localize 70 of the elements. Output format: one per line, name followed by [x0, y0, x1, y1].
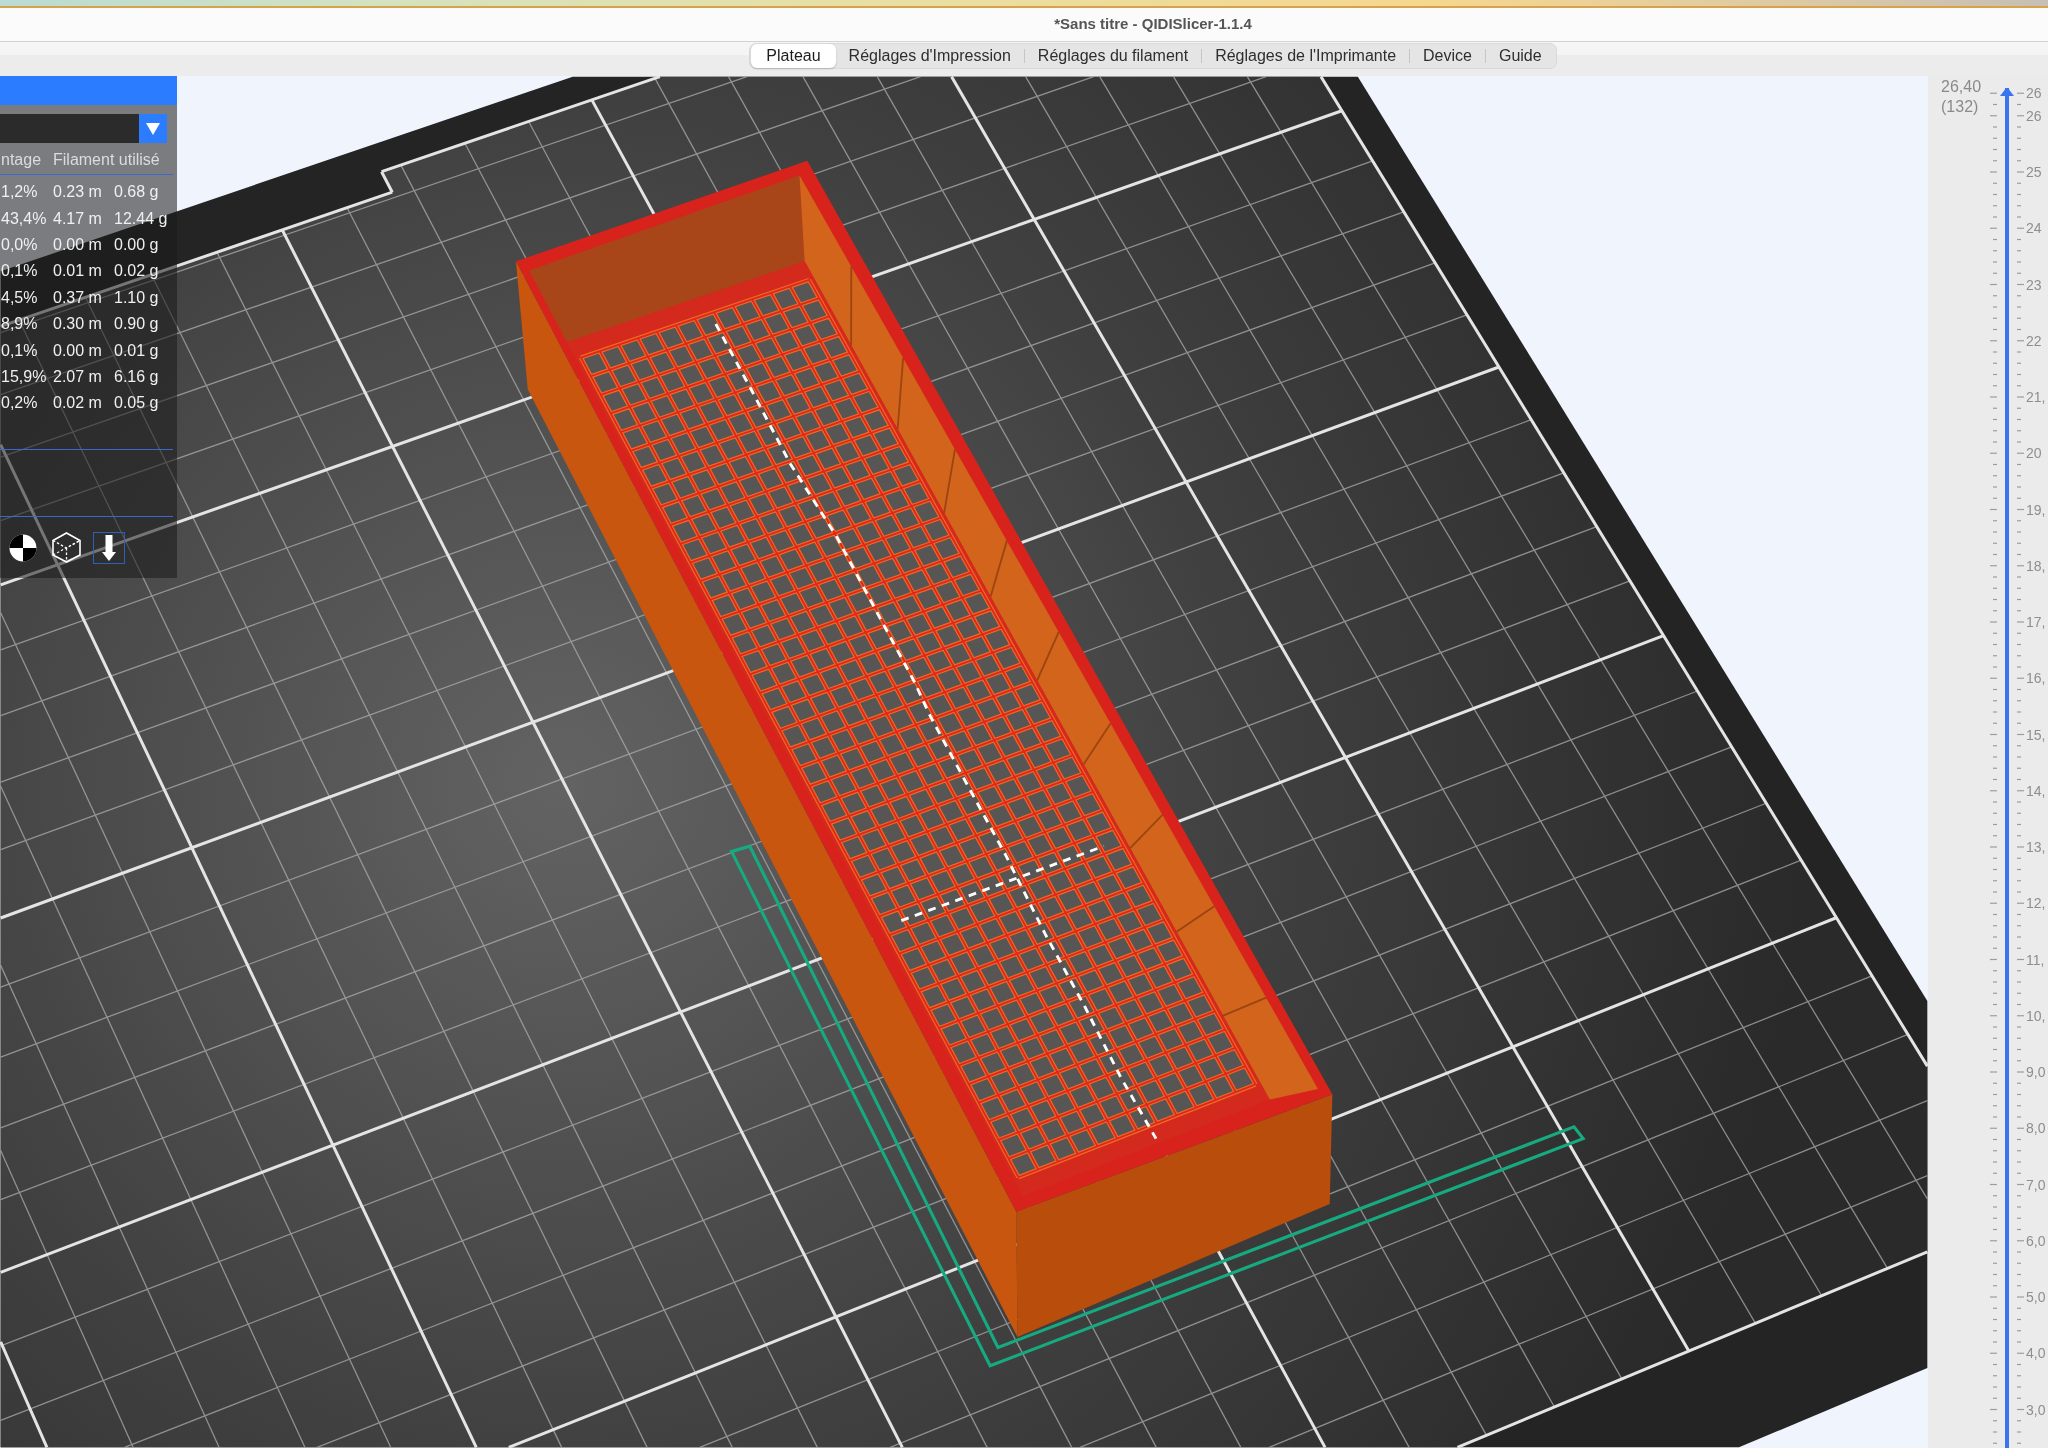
filament-weight: 0.00 g: [114, 234, 159, 255]
scale-label: 25: [2026, 163, 2042, 181]
cube-icon[interactable]: [52, 532, 81, 563]
column-header: Filament utilisé: [53, 150, 160, 170]
scale-label: 23: [2026, 275, 2042, 294]
usage-percentage: 8,9%: [0, 314, 39, 335]
filament-length: 2.07 m: [53, 366, 103, 387]
usage-percentage: 43,4%: [0, 208, 48, 229]
scale-label: 9,0: [2026, 1063, 2046, 1081]
scale-label: 16,: [2026, 669, 2046, 688]
scale-label: 5,0: [2026, 1288, 2046, 1306]
usage-percentage: 1,2%: [0, 182, 39, 203]
scale-label: 18,: [2026, 556, 2046, 575]
scale-label: 14,: [2026, 781, 2046, 800]
scale-label: 22: [2026, 331, 2042, 350]
filament-weight: 0.68 g: [114, 182, 159, 203]
scale-label: 15,: [2026, 725, 2046, 744]
scale-label: 20: [2026, 444, 2042, 463]
tab[interactable]: Device: [1410, 44, 1485, 68]
usage-percentage: 0,1%: [0, 261, 39, 282]
filament-length: 0.23 m: [53, 182, 103, 203]
filament-weight: 12.44 g: [114, 208, 168, 229]
caret-down-icon: [139, 114, 167, 143]
layer-height-value: 26,40: [1941, 77, 1983, 97]
scale-label: 24: [2026, 219, 2042, 238]
scale-label: 21,: [2026, 388, 2046, 406]
tab[interactable]: Réglages du filament: [1024, 44, 1202, 68]
scale-label: 10,: [2026, 1006, 2046, 1025]
usage-percentage: 4,5%: [0, 287, 39, 308]
scale-label: 19,: [2026, 500, 2046, 519]
slider-thumb[interactable]: [2000, 88, 2014, 96]
column-header: ntage: [0, 150, 43, 170]
usage-percentage: 0,0%: [0, 234, 39, 255]
filament-length: 0.01 m: [53, 261, 103, 282]
scale-label: 7,0: [2026, 1175, 2046, 1194]
arrow-down-button[interactable]: [93, 531, 125, 564]
scale-label: 17,: [2026, 613, 2046, 631]
filament-length: 0.30 m: [53, 314, 103, 335]
scale-label: 8,0: [2026, 1119, 2046, 1138]
scale-label: 3,0: [2026, 1400, 2046, 1419]
filament-weight: 1.10 g: [114, 287, 159, 308]
scale-label: 13,: [2026, 838, 2046, 856]
scale-label: 11,: [2026, 950, 2045, 969]
quartered-circle-icon[interactable]: [9, 533, 37, 562]
filament-length: 0.00 m: [53, 234, 103, 255]
filament-weight: 0.05 g: [114, 393, 159, 414]
window-title: *Sans titre - QIDISlicer-1.1.4: [1054, 14, 1252, 35]
filament-length: 0.00 m: [53, 340, 103, 361]
filament-weight: 6.16 g: [114, 366, 159, 387]
arrow-down-icon: [102, 534, 116, 561]
usage-percentage: 15,9%: [0, 366, 48, 387]
tab[interactable]: Plateau: [751, 44, 836, 68]
filament-weight: 0.90 g: [114, 314, 159, 335]
filament-weight: 0.01 g: [114, 340, 159, 361]
usage-percentage: 0,1%: [0, 340, 39, 361]
filament-length: 0.02 m: [53, 393, 103, 414]
filament-length: 4.17 m: [53, 208, 103, 229]
view-type-dropdown[interactable]: [0, 114, 167, 143]
scale-label: 4,0: [2026, 1344, 2046, 1363]
layer-number: (132): [1941, 97, 1980, 117]
filament-length: 0.37 m: [53, 287, 103, 308]
scale-label: 12,: [2026, 894, 2046, 913]
tab[interactable]: Réglages d'Impression: [835, 44, 1024, 68]
usage-percentage: 0,2%: [0, 393, 39, 414]
tab[interactable]: Réglages de l'Imprimante: [1202, 44, 1410, 68]
scale-label: 6,0: [2026, 1231, 2046, 1250]
scale-label: 26: [2026, 106, 2042, 125]
scale-label: 26: [2026, 84, 2042, 103]
filament-weight: 0.02 g: [114, 261, 159, 282]
tab[interactable]: Guide: [1485, 44, 1555, 68]
